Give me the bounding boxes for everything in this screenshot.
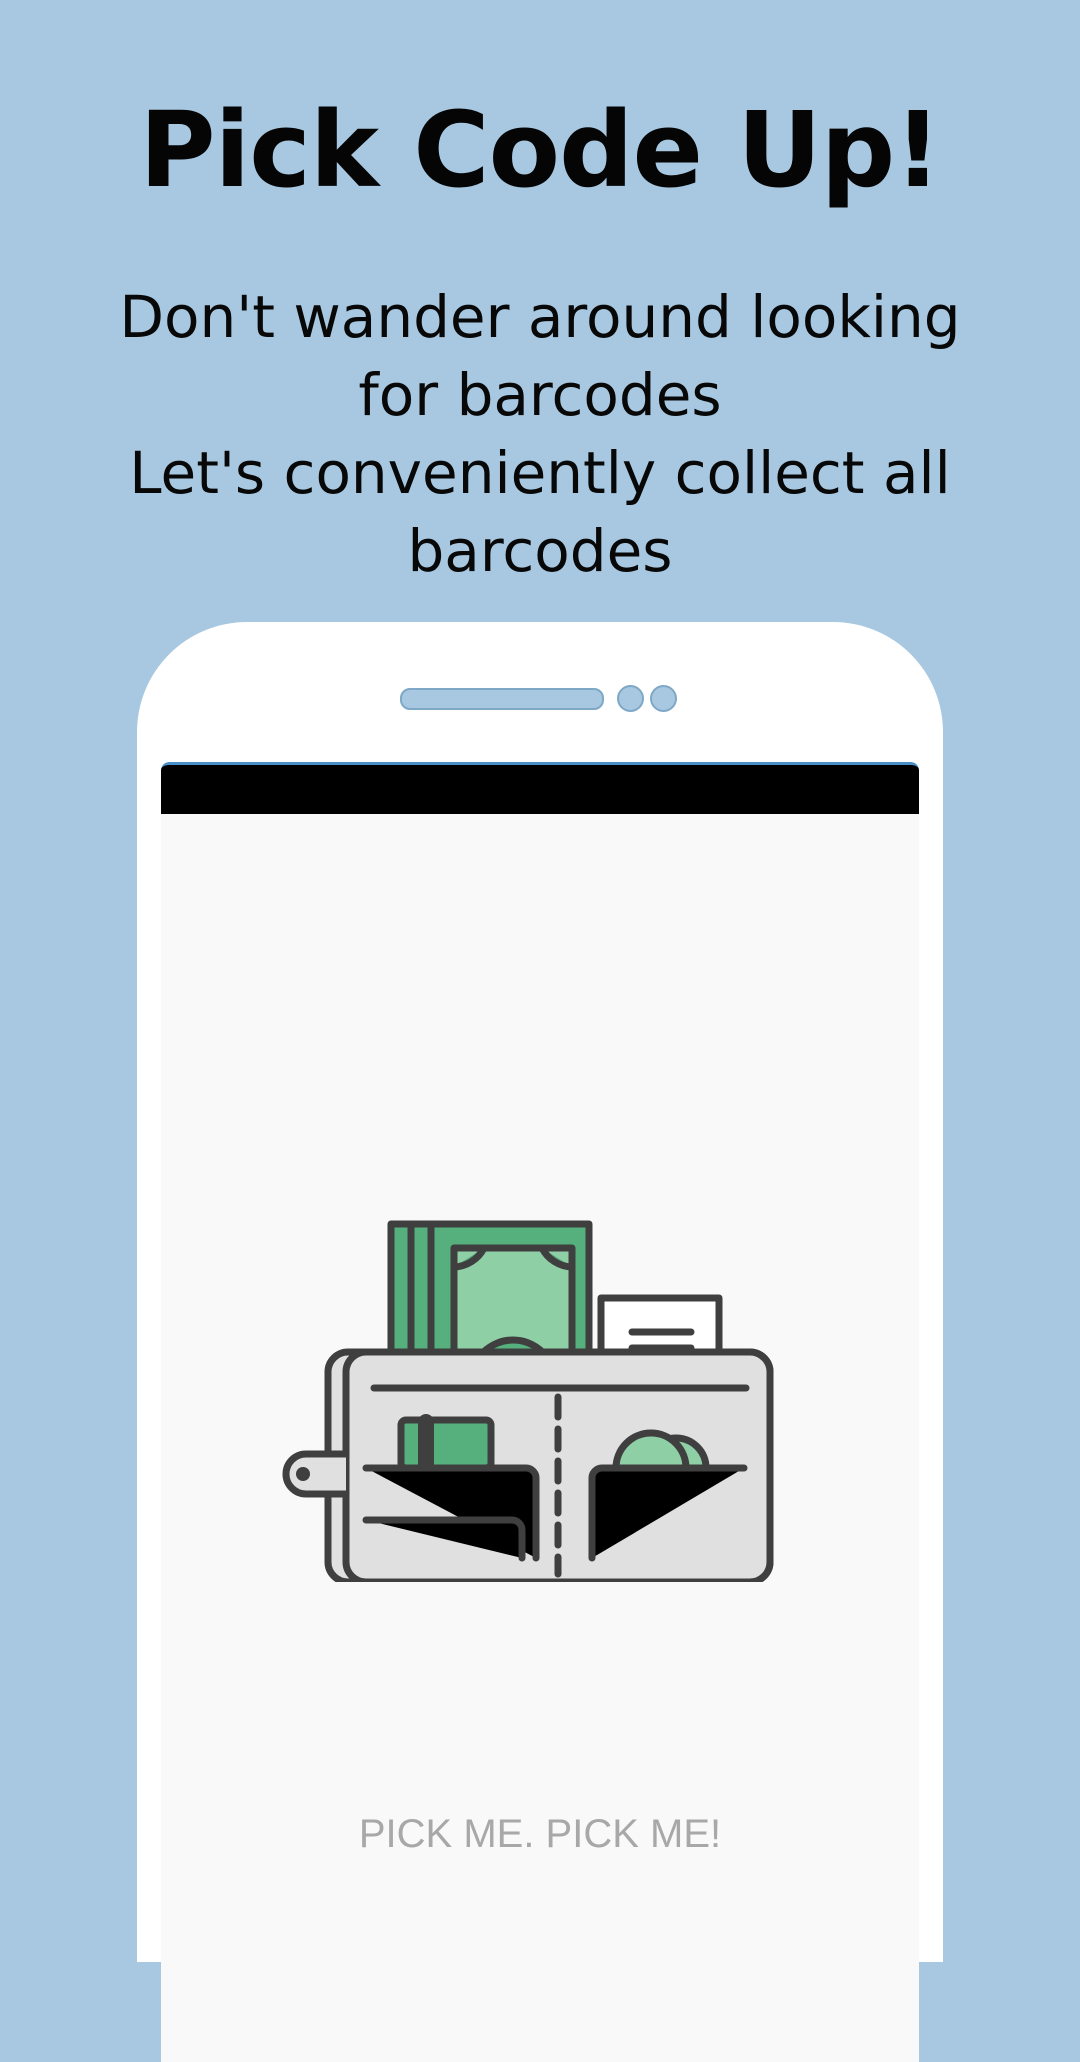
subtitle-line-1: Don't wander around looking (119, 283, 961, 351)
phone-sensor (650, 685, 677, 712)
phone-screen: PICK ME. PICK ME! (161, 762, 919, 2062)
phone-camera (617, 685, 644, 712)
page-title: Pick Code Up! (139, 89, 941, 211)
tagline-text: PICK ME. PICK ME! (358, 1812, 722, 1856)
subtitle-line-4: barcodes (407, 517, 673, 585)
wallet-icon (282, 1220, 774, 1582)
status-bar (161, 762, 919, 814)
phone-mockup: PICK ME. PICK ME! (137, 622, 943, 2062)
phone-speaker (400, 688, 604, 710)
subtitle-line-3: Let's conveniently collect all (129, 439, 951, 507)
subtitle-line-2: for barcodes (358, 361, 722, 429)
subtitle: Don't wander around looking for barcodes… (40, 278, 1040, 590)
